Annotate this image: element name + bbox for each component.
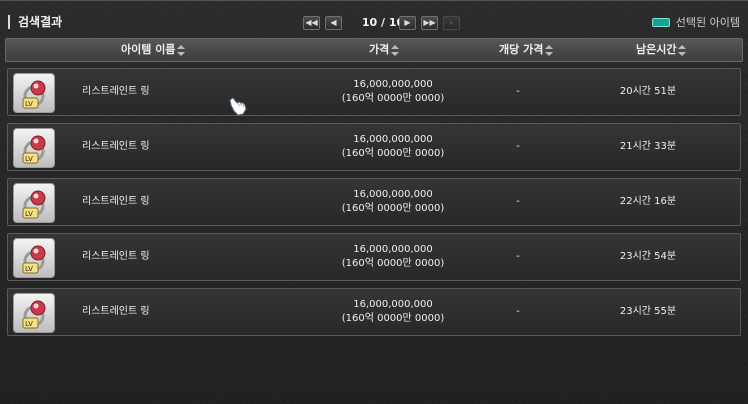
item-price: 16,000,000,000 (160억 0000만 0000): [293, 298, 493, 344]
item-slot[interactable]: LV: [13, 183, 55, 223]
sort-icon: [545, 44, 554, 56]
svg-text:LV: LV: [25, 320, 33, 328]
price-value: 16,000,000,000: [353, 79, 433, 90]
ring-icon: LV: [22, 245, 46, 274]
legend-swatch: [651, 17, 670, 27]
last-page-icon[interactable]: ▶▶: [421, 16, 438, 30]
table-row[interactable]: LV 리스트레인트 링 16,000,000,000 (160억 0000만 0…: [7, 233, 741, 281]
item-name: 리스트레인트 링: [82, 251, 150, 262]
unit-price: -: [516, 141, 520, 152]
item-slot[interactable]: LV: [13, 73, 55, 113]
time-left: 23시간 55분: [619, 306, 677, 317]
time-left: 22시간 16분: [619, 196, 677, 207]
price-value: 16,000,000,000: [353, 189, 433, 200]
svg-text:LV: LV: [25, 155, 33, 163]
price-note: (160억 0000만 0000): [341, 93, 445, 104]
svg-text:LV: LV: [25, 100, 33, 108]
item-price: 16,000,000,000 (160억 0000만 0000): [293, 243, 493, 289]
svg-text:LV: LV: [25, 265, 33, 273]
table-row[interactable]: LV 리스트레인트 링 16,000,000,000 (160억 0000만 0…: [7, 178, 741, 226]
unit-price: -: [516, 196, 520, 207]
table-row[interactable]: LV 리스트레인트 링 16,000,000,000 (160억 0000만 0…: [7, 68, 741, 116]
column-time-left-label: 남은시간: [636, 43, 677, 56]
svg-text:LV: LV: [25, 210, 33, 218]
item-slot[interactable]: LV: [13, 293, 55, 333]
sort-icon: [678, 44, 687, 56]
price-value: 16,000,000,000: [353, 134, 433, 145]
table-row[interactable]: LV 리스트레인트 링 16,000,000,000 (160억 0000만 0…: [7, 123, 741, 171]
column-unit-price-label: 개당 가격: [499, 43, 544, 56]
ring-icon: LV: [22, 190, 46, 219]
column-time-left[interactable]: 남은시간: [636, 39, 687, 61]
column-unit-price[interactable]: 개당 가격: [499, 39, 554, 61]
results-topbar: 검색결과 ◀◀ ◀ 10 / 10 ▶ ▶▶ » 선택된 아이템: [0, 1, 748, 39]
skip-end-icon: »: [443, 16, 460, 30]
item-name: 리스트레인트 링: [82, 86, 150, 97]
item-price: 16,000,000,000 (160억 0000만 0000): [293, 188, 493, 234]
column-item-name-label: 아이템 이름: [121, 43, 176, 56]
time-left: 23시간 54분: [619, 251, 677, 262]
price-note: (160억 0000만 0000): [341, 148, 445, 159]
ring-icon: LV: [22, 135, 46, 164]
table-row[interactable]: LV 리스트레인트 링 16,000,000,000 (160억 0000만 0…: [7, 288, 741, 336]
item-name: 리스트레인트 링: [82, 196, 150, 207]
item-name: 리스트레인트 링: [82, 306, 150, 317]
column-price-label: 가격: [369, 43, 390, 56]
unit-price: -: [516, 251, 520, 262]
selected-item-legend: 선택된 아이템: [651, 15, 740, 29]
sort-icon: [177, 44, 186, 56]
column-item-name[interactable]: 아이템 이름: [121, 39, 186, 61]
ring-icon: LV: [22, 80, 46, 109]
page-title: 검색결과: [8, 15, 62, 29]
legend-label: 선택된 아이템: [675, 16, 740, 29]
price-value: 16,000,000,000: [353, 244, 433, 255]
price-value: 16,000,000,000: [353, 299, 433, 310]
unit-price: -: [516, 306, 520, 317]
item-name: 리스트레인트 링: [82, 141, 150, 152]
first-page-icon[interactable]: ◀◀: [303, 16, 320, 30]
time-left: 20시간 51분: [619, 86, 677, 97]
sort-icon: [391, 44, 400, 56]
unit-price: -: [516, 86, 520, 97]
pagination: ◀◀ ◀ 10 / 10 ▶ ▶▶ »: [303, 16, 463, 30]
next-page-icon[interactable]: ▶: [399, 16, 416, 30]
item-price: 16,000,000,000 (160억 0000만 0000): [293, 78, 493, 124]
item-slot[interactable]: LV: [13, 128, 55, 168]
item-slot[interactable]: LV: [13, 238, 55, 278]
search-results-panel: 검색결과 ◀◀ ◀ 10 / 10 ▶ ▶▶ » 선택된 아이템 아이템 이름 …: [0, 0, 748, 404]
table-header: 아이템 이름 가격 개당 가격 남은시간: [5, 38, 743, 62]
price-note: (160억 0000만 0000): [341, 203, 445, 214]
price-note: (160억 0000만 0000): [341, 258, 445, 269]
ring-icon: LV: [22, 300, 46, 329]
column-price[interactable]: 가격: [369, 39, 400, 61]
item-price: 16,000,000,000 (160억 0000만 0000): [293, 133, 493, 179]
time-left: 21시간 33분: [619, 141, 677, 152]
hand-cursor-icon: [229, 97, 247, 116]
price-note: (160억 0000만 0000): [341, 313, 445, 324]
prev-page-icon[interactable]: ◀: [325, 16, 342, 30]
